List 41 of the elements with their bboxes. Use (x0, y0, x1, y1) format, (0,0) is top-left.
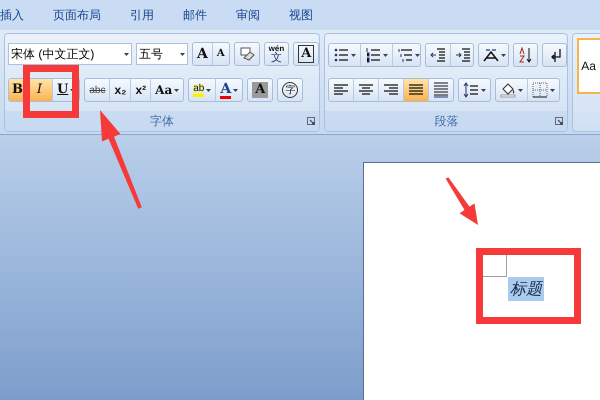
shrink-font-button[interactable]: A (212, 43, 229, 65)
justify-button[interactable] (404, 79, 430, 101)
font-size-dropdown[interactable]: 五号 (136, 43, 188, 65)
strikethrough-button[interactable]: abc (85, 79, 110, 101)
phonetic-guide-button[interactable]: wén 文 (264, 43, 288, 65)
ribbon-tab[interactable]: 视图 (289, 6, 313, 24)
change-case-button[interactable]: Aa (151, 79, 184, 101)
multilevel-icon (397, 47, 414, 63)
decrease-indent-icon (430, 47, 446, 63)
superscript-button[interactable]: x² (131, 79, 152, 101)
ribbon-tab[interactable]: 引用 (130, 6, 154, 24)
borders-icon (532, 82, 548, 98)
heading-text: 标题 (508, 277, 544, 301)
caret-icon (124, 52, 129, 56)
annotation-arrow (446, 177, 478, 225)
ribbon-tab[interactable]: 邮件 (183, 6, 207, 24)
ribbon-tab[interactable]: 插入 (0, 6, 24, 24)
corner-mark (483, 255, 507, 277)
increase-indent-icon (455, 47, 472, 63)
grow-font-button[interactable]: A (193, 43, 213, 65)
sort-icon (518, 47, 534, 63)
group-label: 字体 (150, 113, 174, 130)
highlight-button[interactable]: ab (189, 79, 216, 101)
underline-button[interactable]: U (53, 79, 80, 101)
subscript-button[interactable]: x₂ (110, 79, 132, 101)
caret-icon (180, 52, 185, 56)
line-spacing-icon (463, 82, 480, 98)
ribbon-tab[interactable]: 页面布局 (53, 6, 101, 24)
distributed-icon (433, 82, 450, 98)
font-name-dropdown[interactable]: 宋体 (中文正文) (8, 43, 132, 65)
group-label: 段落 (434, 113, 458, 130)
bullets-icon (333, 47, 350, 63)
dialog-launcher-icon[interactable] (307, 117, 316, 125)
highlight-frame (23, 65, 79, 118)
fill-icon (500, 82, 516, 98)
enclose-character-button[interactable]: 字 (278, 79, 302, 101)
numbering-icon (365, 47, 382, 63)
style-gallery-item[interactable]: Aa (577, 38, 600, 94)
ribbon-tab[interactable]: 审阅 (236, 6, 260, 24)
dialog-launcher-icon[interactable] (555, 117, 564, 125)
font-color-button[interactable]: A (216, 79, 242, 101)
